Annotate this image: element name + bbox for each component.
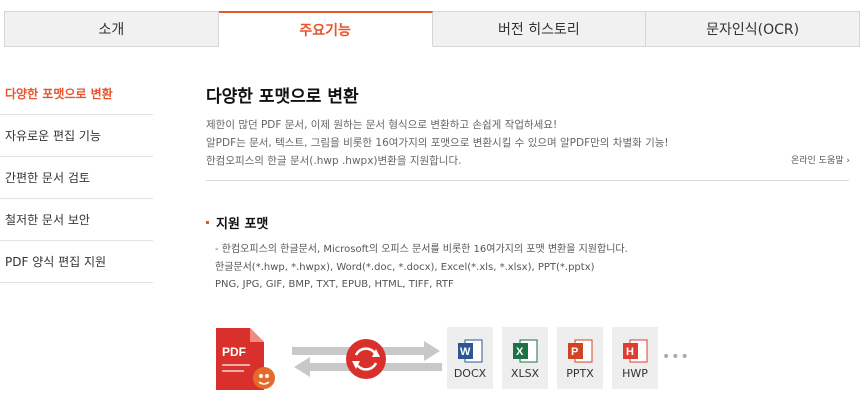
word-icon: W [458,339,483,363]
pptx-format-tile: P PPTX [557,327,603,389]
sidebar-item-document-review[interactable]: 간편한 문서 검토 [0,157,153,199]
sidebar-item-format-conversion[interactable]: 다양한 포맷으로 변환 [0,73,153,115]
hwp-icon: H [623,339,648,363]
divider [206,180,849,181]
description-line: 알PDF는 문서, 텍스트, 그림을 비롯한 16여가지의 포맷으로 변환시킬 … [206,137,669,149]
format-line: 한글문서(*.hwp, *.hwpx), Word(*.doc, *.docx)… [215,261,595,273]
xlsx-label: XLSX [510,367,540,380]
description-line: 한컴오피스의 한글 문서(.hwp .hwpx)변환을 지원합니다. [206,155,462,167]
svg-text:X: X [516,346,524,358]
top-tabs: 소개 주요기능 버전 히스토리 문자인식(OCR) [4,11,860,47]
docx-format-tile: W DOCX [447,327,493,389]
support-formats-heading: 지원 포맷 [206,213,850,232]
bullet-icon [206,221,209,224]
page-title: 다양한 포맷으로 변환 [206,87,359,107]
sidebar-item-document-security[interactable]: 철저한 문서 보안 [0,199,153,241]
xlsx-format-tile: X XLSX [502,327,548,389]
excel-icon: X [513,339,538,363]
svg-text:H: H [626,346,634,358]
support-formats-title: 지원 포맷 [216,217,269,232]
sidebar: 다양한 포맷으로 변환 자유로운 편집 기능 간편한 문서 검토 철저한 문서 … [0,73,153,283]
conversion-diagram: PDF W DOCX X XLSX P PPTX H HWP ••• [214,323,694,395]
more-formats-icon: ••• [662,349,690,365]
support-formats-list: - 한컴오피스의 한글문서, Microsoft의 오피스 문서를 비롯한 16… [206,241,850,294]
format-line: - 한컴오피스의 한글문서, Microsoft의 오피스 문서를 비롯한 16… [215,244,628,255]
tab-intro[interactable]: 소개 [4,11,219,47]
main-content: 다양한 포맷으로 변환 제한이 많던 PDF 문서, 이제 원하는 문서 형식으… [206,82,850,294]
pptx-label: PPTX [566,367,594,380]
pdf-icon-label: PDF [222,345,246,359]
hwp-format-tile: H HWP [612,327,658,389]
tab-version-history[interactable]: 버전 히스토리 [432,11,647,47]
description: 제한이 많던 PDF 문서, 이제 원하는 문서 형식으로 변환하고 손쉽게 작… [206,116,706,170]
format-line: PNG, JPG, GIF, BMP, TXT, EPUB, HTML, TIF… [215,279,454,290]
powerpoint-icon: P [568,339,593,363]
docx-label: DOCX [453,367,487,380]
svg-text:P: P [571,346,578,358]
pdf-file-icon: PDF [216,328,275,390]
sidebar-item-free-editing[interactable]: 자유로운 편집 기능 [0,115,153,157]
online-help-link[interactable]: 온라인 도움말 › [791,153,850,166]
tab-ocr[interactable]: 문자인식(OCR) [646,11,860,47]
convert-arrows-icon [292,339,442,379]
svg-text:W: W [460,346,471,358]
sidebar-item-pdf-form-editing[interactable]: PDF 양식 편집 지원 [0,241,153,283]
hwp-label: HWP [622,367,648,380]
tab-features[interactable]: 주요기능 [218,11,433,47]
description-line: 제한이 많던 PDF 문서, 이제 원하는 문서 형식으로 변환하고 손쉽게 작… [206,119,558,131]
